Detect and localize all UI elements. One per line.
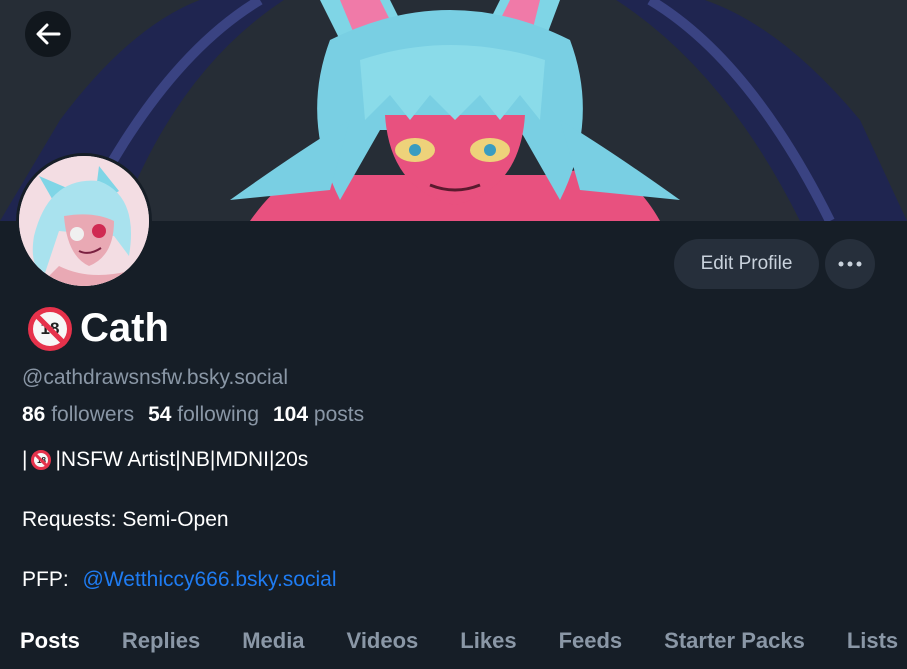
pfp-credit-link[interactable]: @Wetthiccy666.bsky.social [83,568,337,592]
profile-handle: @cathdrawsnsfw.bsky.social [22,366,289,389]
profile-stats: 86 followers 54 following 104 posts [22,403,364,427]
following-label: following [177,403,259,426]
bio-separator: | [22,448,28,471]
followers-stat[interactable]: 86 followers [22,403,134,427]
no-under-18-icon: 18 [31,450,52,470]
edit-profile-button[interactable]: Edit Profile [674,239,819,289]
bio-badge-number: 18 [37,455,46,465]
ellipsis-icon [838,261,862,267]
bio-line-3: PFP: @Wetthiccy666.bsky.social [22,568,337,592]
more-options-button[interactable] [825,239,875,289]
tab-starter-packs[interactable]: Starter Packs [664,628,805,654]
posts-label: posts [313,403,365,426]
back-button[interactable] [25,11,71,57]
bio-line-1: | 18 |NSFW Artist|NB|MDNI|20s [22,448,308,472]
tab-posts[interactable]: Posts [20,628,80,654]
following-count: 54 [148,403,172,426]
no-under-18-icon: 18 [28,306,72,351]
profile-tabs: Posts Replies Media Videos Likes Feeds S… [20,628,907,654]
arrow-left-icon [36,23,61,45]
tab-videos[interactable]: Videos [347,628,419,654]
tab-replies[interactable]: Replies [122,628,200,654]
posts-count: 104 [273,403,309,426]
tab-feeds[interactable]: Feeds [559,628,623,654]
badge-number: 18 [40,318,60,338]
display-name: Cath [80,306,169,350]
bio-pfp-label: PFP: [22,568,69,591]
display-name-row: 18 Cath [28,306,169,351]
posts-stat: 104 posts [273,403,364,427]
followers-count: 86 [22,403,46,426]
tab-media[interactable]: Media [242,628,304,654]
bio-line-2: Requests: Semi-Open [22,508,229,531]
followers-label: followers [51,403,135,426]
avatar[interactable] [16,153,152,289]
tab-lists[interactable]: Lists [847,628,898,654]
tab-likes[interactable]: Likes [460,628,516,654]
avatar-image [19,156,149,286]
bio-text: |NSFW Artist|NB|MDNI|20s [55,448,309,471]
following-stat[interactable]: 54 following [148,403,259,427]
